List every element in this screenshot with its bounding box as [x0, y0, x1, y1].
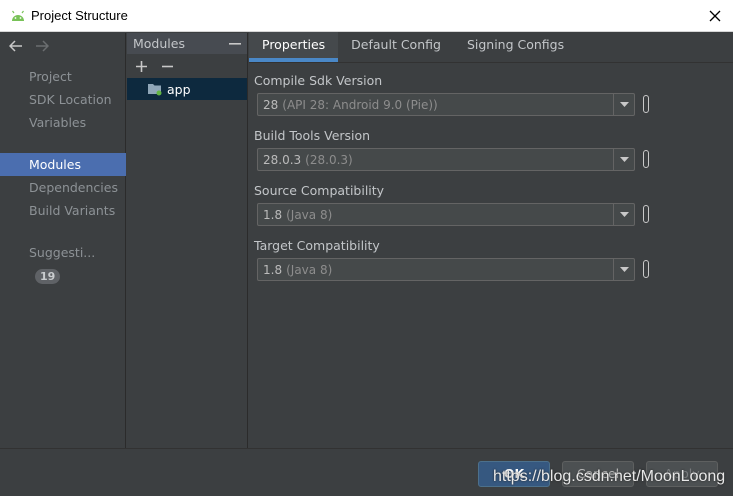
title-bar: Project Structure — [0, 0, 733, 32]
target-compat-detail: (Java 8) — [286, 262, 333, 277]
suggestions-count-badge: 19 — [35, 269, 61, 284]
source-compat-detail: (Java 8) — [286, 207, 333, 222]
android-icon — [10, 8, 26, 24]
build-tools-detail: (28.0.3) — [305, 152, 353, 167]
add-module-icon[interactable] — [133, 58, 149, 74]
left-navigation: Project SDK Location Variables Modules D… — [0, 33, 126, 448]
modules-header-label: Modules — [133, 36, 185, 51]
tab-default-config[interactable]: Default Config — [338, 32, 454, 62]
nav-item-modules[interactable]: Modules — [0, 153, 126, 176]
modules-header: Modules — [127, 33, 247, 54]
watermark-text: https://blog.csdn.net/MoonLoong — [493, 468, 726, 485]
tab-signing-configs[interactable]: Signing Configs — [454, 32, 577, 62]
bracket-icon[interactable] — [643, 205, 649, 223]
build-tools-label: Build Tools Version — [254, 128, 371, 143]
tab-bar: Properties Default Config Signing Config… — [249, 32, 733, 63]
target-compat-value: 1.8 — [263, 262, 283, 277]
module-item-label: app — [167, 81, 191, 97]
window-title: Project Structure — [31, 8, 128, 23]
dropdown-arrow-icon[interactable] — [613, 94, 634, 115]
compile-sdk-label: Compile Sdk Version — [254, 73, 383, 88]
collapse-icon[interactable] — [228, 37, 241, 50]
nav-item-suggestions-label: Suggesti... — [29, 245, 96, 260]
dropdown-arrow-icon[interactable] — [613, 259, 634, 280]
source-compat-value: 1.8 — [263, 207, 283, 222]
source-compat-combo[interactable]: 1.8 (Java 8) — [257, 203, 635, 226]
compile-sdk-combo[interactable]: 28 (API 28: Android 9.0 (Pie)) — [257, 93, 635, 116]
nav-item-build-variants[interactable]: Build Variants — [0, 199, 126, 222]
modules-toolbar — [127, 54, 247, 78]
nav-item-variables[interactable]: Variables — [0, 111, 126, 134]
module-item-app[interactable]: app — [127, 78, 247, 100]
nav-item-suggestions[interactable]: Suggesti... 19 — [0, 241, 126, 284]
target-compat-combo[interactable]: 1.8 (Java 8) — [257, 258, 635, 281]
back-arrow-icon[interactable] — [8, 37, 24, 55]
source-compat-label: Source Compatibility — [254, 183, 385, 198]
build-tools-combo[interactable]: 28.0.3 (28.0.3) — [257, 148, 635, 171]
dropdown-arrow-icon[interactable] — [613, 149, 634, 170]
compile-sdk-value: 28 — [263, 97, 279, 112]
compile-sdk-detail: (API 28: Android 9.0 (Pie)) — [282, 97, 438, 112]
modules-panel: Modules app — [127, 33, 248, 448]
build-tools-value: 28.0.3 — [263, 152, 302, 167]
forward-arrow-icon[interactable] — [34, 37, 50, 55]
target-compat-label: Target Compatibility — [254, 238, 380, 253]
nav-item-dependencies[interactable]: Dependencies — [0, 176, 126, 199]
nav-item-project[interactable]: Project — [0, 65, 126, 88]
dropdown-arrow-icon[interactable] — [613, 204, 634, 225]
module-folder-icon — [147, 82, 163, 96]
nav-item-sdk-location[interactable]: SDK Location — [0, 88, 126, 111]
tab-properties[interactable]: Properties — [249, 32, 339, 62]
bracket-icon[interactable] — [643, 150, 649, 168]
remove-module-icon[interactable] — [159, 58, 175, 74]
bracket-icon[interactable] — [643, 95, 649, 113]
bracket-icon[interactable] — [643, 260, 649, 278]
properties-content: Properties Default Config Signing Config… — [249, 32, 733, 448]
close-icon[interactable] — [705, 6, 725, 26]
